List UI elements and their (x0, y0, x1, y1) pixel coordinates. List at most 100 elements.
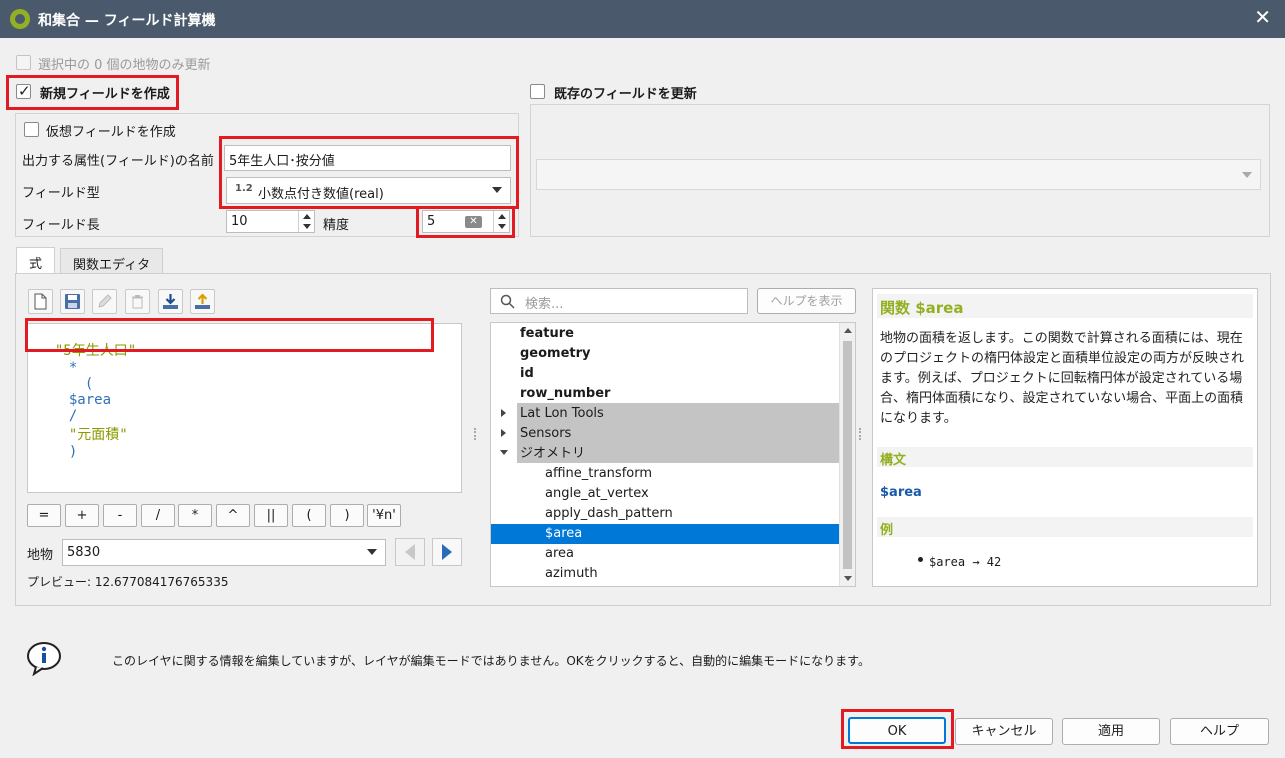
op-multiply-button[interactable]: * (178, 504, 212, 527)
op-close-paren-button[interactable]: ) (330, 504, 364, 527)
update-existing-label: 既存のフィールドを更新 (554, 87, 697, 102)
arrow-right-icon (442, 544, 452, 560)
field-name-value: 5年生人口･按分値 (229, 154, 335, 169)
op-power-button[interactable]: ^ (216, 504, 250, 527)
search-placeholder: 検索... (525, 297, 564, 312)
scroll-thumb[interactable] (843, 341, 852, 569)
export-button[interactable] (190, 289, 215, 314)
export-icon (195, 293, 210, 309)
field-name-input[interactable]: 5年生人口･按分値 (224, 145, 511, 171)
chevron-down-icon (367, 549, 377, 555)
new-file-button[interactable] (28, 289, 53, 314)
tree-item-apply-dash-pattern[interactable]: apply_dash_pattern (545, 504, 673, 524)
op-concat-button[interactable]: || (254, 504, 288, 527)
tree-item-id[interactable]: id (520, 364, 534, 384)
help-button[interactable]: ヘルプ (1170, 718, 1269, 745)
syntax-header-bar (877, 447, 1253, 467)
search-icon (500, 294, 515, 309)
update-existing-checkbox[interactable] (530, 84, 545, 99)
tab-expression[interactable]: 式 (16, 247, 56, 275)
field-type-select[interactable]: 1.2 小数点付き数値(real) (226, 177, 511, 204)
help-description: 地物の面積を返します。この関数で計算される面積には、現在のプロジェクトの楕円体設… (880, 331, 1245, 426)
apply-button[interactable]: 適用 (1062, 718, 1160, 745)
edit-button[interactable] (92, 289, 117, 314)
new-field-label: 新規フィールドを作成 (40, 87, 170, 102)
tree-item-area-variable[interactable]: $area (545, 524, 582, 544)
preview-text: プレビュー: 12.677084176765335 (27, 575, 229, 589)
selected-only-label: 選択中の 0 個の地物のみ更新 (38, 58, 211, 73)
new-field-checkbox[interactable]: ✓ (16, 82, 31, 100)
cancel-button[interactable]: キャンセル (955, 718, 1053, 745)
function-tree[interactable]: feature geometry id row_number Lat Lon T… (490, 322, 856, 587)
feature-select[interactable]: 5830 (62, 539, 386, 566)
tree-item-angle-at-vertex[interactable]: angle_at_vertex (545, 484, 649, 504)
trash-icon (132, 295, 143, 309)
feature-label: 地物 (27, 548, 54, 563)
virtual-field-checkbox[interactable] (24, 122, 39, 137)
op-divide-button[interactable]: / (141, 504, 175, 527)
op-equals-button[interactable]: = (27, 504, 61, 527)
field-length-spinbox[interactable]: 10 (226, 210, 315, 233)
field-length-label: フィールド長 (22, 218, 100, 233)
length-spin-buttons[interactable] (298, 211, 314, 232)
field-name-label: 出力する属性(フィールド)の名前 (22, 154, 214, 169)
field-length-value: 10 (231, 214, 248, 229)
window-title: 和集合 — フィールド計算機 (38, 13, 216, 29)
selected-row-highlight (491, 524, 839, 544)
save-button[interactable] (60, 289, 85, 314)
show-help-button[interactable]: ヘルプを表示 (757, 288, 856, 314)
expr-field-token: "元面積" (68, 427, 128, 443)
clear-icon[interactable]: ✕ (465, 216, 482, 228)
next-feature-button[interactable] (432, 538, 462, 566)
arrow-left-icon (405, 544, 415, 560)
op-newline-button[interactable]: '¥n' (367, 504, 401, 527)
precision-spin-buttons[interactable] (493, 211, 509, 232)
edit-icon (98, 294, 112, 308)
example-header-bar (877, 517, 1253, 537)
title-bar: 和集合 — フィールド計算機 ✕ (0, 0, 1285, 38)
tree-scrollbar[interactable] (839, 323, 855, 586)
expr-paren: ( (84, 376, 94, 392)
tab-function-editor[interactable]: 関数エディタ (60, 248, 164, 274)
expand-arrow-icon[interactable] (501, 429, 506, 437)
tree-item-geometry[interactable]: geometry (520, 344, 591, 364)
precision-value: 5 (427, 214, 436, 229)
prev-feature-button[interactable] (395, 538, 425, 566)
tree-item-area[interactable]: area (545, 544, 574, 564)
chevron-down-icon (1242, 172, 1252, 178)
import-icon (163, 294, 178, 309)
ok-button[interactable]: OK (848, 717, 946, 744)
field-type-label: フィールド型 (22, 186, 100, 201)
search-input[interactable]: 検索... (490, 288, 748, 314)
scroll-down-icon[interactable] (844, 576, 852, 581)
chevron-down-icon (492, 187, 502, 193)
info-message: このレイヤに関する情報を編集していますが、レイヤが編集モードではありません。OK… (112, 654, 870, 668)
existing-field-select[interactable] (536, 159, 1261, 190)
expression-text: "5年生人口" * ( $area / "元面積" ) (38, 324, 136, 460)
qgis-logo-icon (10, 9, 30, 29)
precision-spinbox[interactable]: 5 ✕ (422, 210, 510, 233)
info-icon (24, 640, 66, 677)
selected-only-checkbox[interactable] (16, 55, 31, 70)
op-plus-button[interactable]: + (65, 504, 99, 527)
tree-item-affine-transform[interactable]: affine_transform (545, 464, 652, 484)
tree-item-row-number[interactable]: row_number (520, 384, 610, 404)
splitter-handle[interactable] (474, 428, 477, 440)
op-open-paren-button[interactable]: ( (292, 504, 326, 527)
close-icon[interactable]: ✕ (1254, 7, 1271, 27)
import-button[interactable] (158, 289, 183, 314)
tree-group-latlontools[interactable]: Lat Lon Tools (520, 404, 604, 424)
delete-button[interactable] (125, 289, 150, 314)
splitter-handle[interactable] (859, 428, 862, 440)
tree-group-sensors[interactable]: Sensors (520, 424, 571, 444)
virtual-field-label: 仮想フィールドを作成 (46, 125, 176, 140)
tree-item-azimuth[interactable]: azimuth (545, 564, 598, 584)
scroll-up-icon[interactable] (844, 328, 852, 333)
collapse-arrow-icon[interactable] (500, 450, 508, 455)
checkmark-icon: ✓ (18, 82, 31, 100)
tree-group-geometry[interactable]: ジオメトリ (520, 444, 585, 464)
tree-item-feature[interactable]: feature (520, 324, 574, 344)
op-minus-button[interactable]: - (103, 504, 137, 527)
expand-arrow-icon[interactable] (501, 409, 506, 417)
syntax-text: $area (880, 485, 922, 500)
